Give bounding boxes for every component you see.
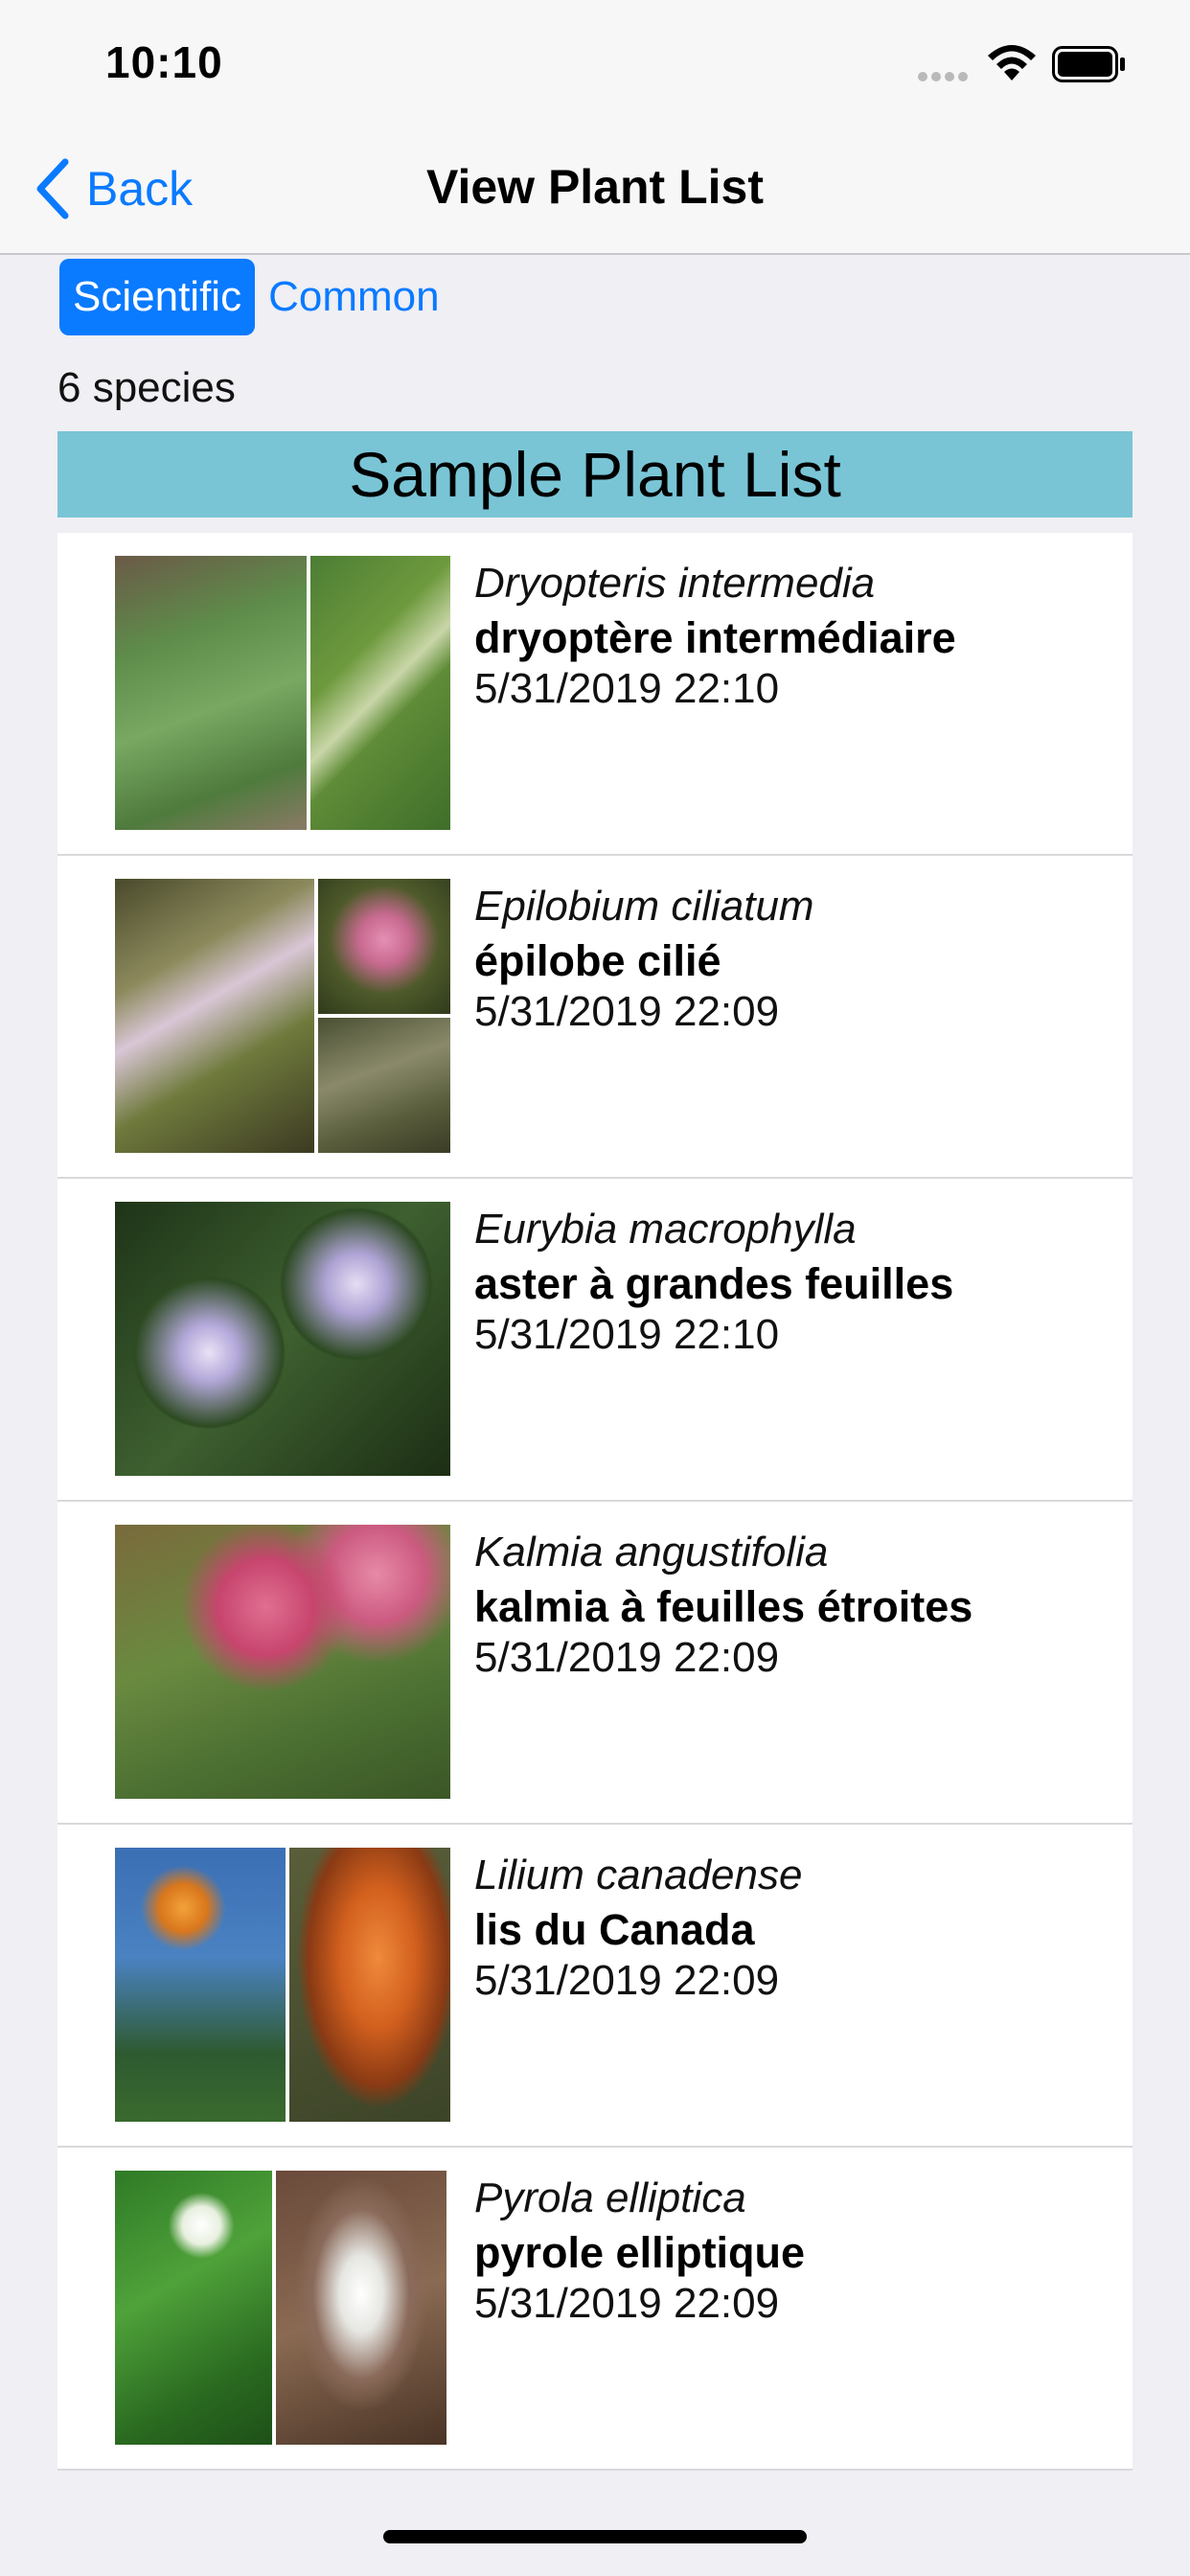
- list-item[interactable]: Epilobium ciliatum épilobe cilié 5/31/20…: [57, 856, 1133, 1179]
- home-indicator: [383, 2530, 807, 2543]
- plant-thumbnail: [115, 879, 450, 1153]
- wifi-icon: [988, 45, 1036, 80]
- common-name: épilobe cilié: [474, 936, 721, 985]
- plant-thumbnail: [115, 1848, 450, 2122]
- scientific-name: Dryopteris intermedia: [474, 560, 876, 607]
- common-name: lis du Canada: [474, 1905, 755, 1954]
- observation-date: 5/31/2019 22:09: [474, 988, 780, 1035]
- list-item[interactable]: Eurybia macrophylla aster à grandes feui…: [57, 1179, 1133, 1502]
- plant-thumbnail: [115, 1525, 450, 1799]
- observation-date: 5/31/2019 22:10: [474, 1311, 780, 1358]
- plant-thumbnail: [115, 556, 450, 830]
- common-name: pyrole elliptique: [474, 2228, 806, 2277]
- plant-list: Dryopteris intermedia dryoptère interméd…: [57, 533, 1133, 2471]
- battery-icon: [1052, 46, 1125, 82]
- common-name: kalmia à feuilles étroites: [474, 1582, 973, 1631]
- scientific-name: Lilium canadense: [474, 1852, 803, 1898]
- scientific-name: Eurybia macrophylla: [474, 1206, 857, 1253]
- status-time: 10:10: [105, 37, 223, 87]
- observation-date: 5/31/2019 22:09: [474, 1957, 780, 2004]
- species-count: 6 species: [57, 364, 236, 411]
- segment-scientific[interactable]: Scientific: [59, 259, 256, 335]
- sort-segmented-control: Scientific Common: [59, 259, 453, 335]
- page-title: View Plant List: [426, 160, 764, 214]
- scientific-name: Epilobium ciliatum: [474, 883, 814, 930]
- status-bar: 10:10: [0, 0, 1190, 126]
- observation-date: 5/31/2019 22:09: [474, 1634, 780, 1681]
- cellular-signal-icon: [918, 69, 972, 86]
- plant-thumbnail: [115, 2171, 450, 2445]
- list-item[interactable]: Pyrola elliptica pyrole elliptique 5/31/…: [57, 2148, 1133, 2471]
- common-name: aster à grandes feuilles: [474, 1259, 954, 1308]
- plant-thumbnail: [115, 1202, 450, 1476]
- list-item[interactable]: Dryopteris intermedia dryoptère interméd…: [57, 533, 1133, 856]
- observation-date: 5/31/2019 22:10: [474, 665, 780, 712]
- segment-common[interactable]: Common: [255, 259, 453, 335]
- list-item[interactable]: Lilium canadense lis du Canada 5/31/2019…: [57, 1825, 1133, 2148]
- scientific-name: Kalmia angustifolia: [474, 1529, 829, 1576]
- scientific-name: Pyrola elliptica: [474, 2174, 746, 2221]
- list-title: Sample Plant List: [57, 431, 1133, 518]
- observation-date: 5/31/2019 22:09: [474, 2280, 780, 2327]
- common-name: dryoptère intermédiaire: [474, 613, 956, 662]
- list-item[interactable]: Kalmia angustifolia kalmia à feuilles ét…: [57, 1502, 1133, 1825]
- navigation-bar: Back View Plant List: [0, 126, 1190, 255]
